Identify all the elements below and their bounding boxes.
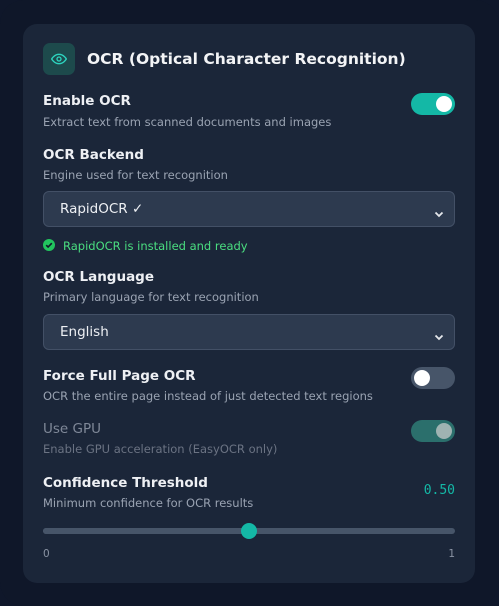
enable-ocr-description: Extract text from scanned documents and … (43, 115, 332, 129)
confidence-threshold-description: Minimum confidence for OCR results (43, 496, 254, 510)
backend-status-text: RapidOCR is installed and ready (63, 238, 248, 253)
app-window: OCR (Optical Character Recognition) Enab… (0, 0, 499, 606)
confidence-threshold-label: Confidence Threshold (43, 475, 208, 491)
check-circle-icon (43, 236, 55, 255)
force-full-page-description: OCR the entire page instead of just dete… (43, 389, 373, 403)
section-header: OCR (Optical Character Recognition) (43, 43, 406, 75)
use-gpu-toggle[interactable] (411, 420, 455, 442)
slider-min-label: 0 (43, 548, 50, 560)
ocr-backend-description: Engine used for text recognition (43, 168, 228, 182)
backend-status: RapidOCR is installed and ready (43, 236, 248, 255)
ocr-language-description: Primary language for text recognition (43, 290, 259, 304)
confidence-value: 0.50 (423, 483, 455, 498)
eye-icon (43, 43, 75, 75)
ocr-backend-label: OCR Backend (43, 147, 144, 163)
toggle-knob (414, 370, 430, 386)
slider-thumb[interactable] (241, 523, 257, 539)
enable-ocr-label: Enable OCR (43, 93, 131, 109)
ocr-language-label: OCR Language (43, 269, 155, 285)
ocr-backend-select[interactable]: RapidOCR ✓ (43, 191, 455, 227)
enable-ocr-toggle[interactable] (411, 93, 455, 115)
ocr-language-select[interactable]: English (43, 314, 455, 350)
toggle-knob (436, 96, 452, 112)
toggle-knob (436, 423, 452, 439)
ocr-backend-selected: RapidOCR ✓ (60, 201, 144, 217)
chevron-down-icon (434, 327, 444, 346)
force-full-page-toggle[interactable] (411, 367, 455, 389)
slider-fill (43, 528, 249, 534)
chevron-down-icon (434, 204, 444, 223)
section-title: OCR (Optical Character Recognition) (87, 50, 406, 68)
use-gpu-label: Use GPU (43, 421, 101, 437)
slider-max-label: 1 (448, 548, 455, 560)
use-gpu-description: Enable GPU acceleration (EasyOCR only) (43, 442, 278, 456)
ocr-settings-card: OCR (Optical Character Recognition) Enab… (23, 24, 475, 583)
force-full-page-label: Force Full Page OCR (43, 368, 196, 384)
ocr-language-selected: English (60, 324, 109, 340)
confidence-slider[interactable] (43, 523, 455, 539)
